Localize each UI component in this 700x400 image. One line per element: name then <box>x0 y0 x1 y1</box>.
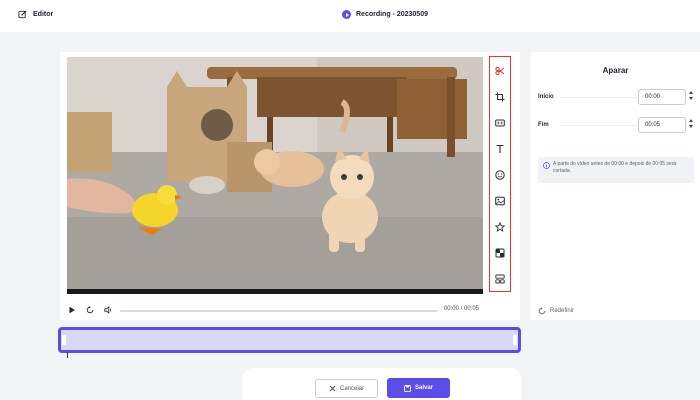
volume-icon <box>104 306 111 314</box>
play-icon <box>69 306 75 314</box>
end-time-input[interactable]: 00:05 <box>638 117 686 133</box>
start-divider <box>561 97 637 98</box>
reset-icon <box>538 307 546 315</box>
crop-icon <box>495 92 505 102</box>
editor-label: Editor <box>33 11 54 18</box>
panel-title: Aparar <box>602 66 629 75</box>
start-label: Início <box>538 94 554 100</box>
filter-icon <box>495 248 505 258</box>
trim-start-handle[interactable] <box>62 335 66 345</box>
start-time-stepper[interactable] <box>687 89 695 105</box>
play-circle-icon <box>342 10 351 19</box>
trim-panel: Aparar Início 00:00 Fim 00:05 A parte do… <box>531 52 700 320</box>
image-tool[interactable] <box>493 194 507 208</box>
emoji-tool[interactable] <box>493 168 507 182</box>
edit-icon <box>18 10 27 19</box>
image-icon <box>495 196 505 206</box>
crop-tool[interactable] <box>493 90 507 104</box>
recording-title-text: Recording - 20230509 <box>356 11 428 18</box>
reset-label: Redefinir <box>550 308 575 314</box>
info-icon <box>543 162 550 169</box>
editing-toolbar <box>489 56 511 292</box>
editor-button[interactable]: Editor <box>18 10 53 19</box>
replay-icon <box>86 306 94 314</box>
seek-bar[interactable] <box>120 310 438 312</box>
play-button[interactable] <box>67 305 77 315</box>
filter-tool[interactable] <box>493 246 507 260</box>
reset-button[interactable]: Redefinir <box>538 307 574 315</box>
layout-icon <box>495 274 505 284</box>
text-icon <box>496 144 504 153</box>
playhead[interactable] <box>67 352 68 358</box>
stepper-down-icon <box>689 125 693 128</box>
end-divider <box>561 125 637 126</box>
emoji-icon <box>495 170 505 180</box>
playback-controls: 00:00 / 00:05 <box>67 304 483 318</box>
time-display: 00:00 / 00:05 <box>443 306 479 312</box>
trim-timeline[interactable] <box>58 327 521 353</box>
scissors-tool[interactable] <box>493 64 507 78</box>
footer-bar: Cancelar Salvar <box>243 368 521 400</box>
cancel-button[interactable]: Cancelar <box>315 379 378 398</box>
video-preview[interactable] <box>67 57 483 294</box>
stepper-up-icon <box>689 91 693 94</box>
star-icon <box>495 222 505 232</box>
recording-title: Recording - 20230509 <box>342 10 428 19</box>
trim-info-text: A parte do vídeo antes de 00:00 e depois… <box>553 161 677 174</box>
stepper-down-icon <box>689 97 693 100</box>
replay-button[interactable] <box>85 305 95 315</box>
start-time-input[interactable]: 00:00 <box>638 89 686 105</box>
top-bar: Editor Recording - 20230509 <box>0 0 700 32</box>
caption-tool[interactable] <box>493 116 507 130</box>
save-button[interactable]: Salvar <box>387 378 450 398</box>
trim-info-box: A parte do vídeo antes de 00:00 e depois… <box>538 157 694 183</box>
save-label: Salvar <box>414 385 433 391</box>
stepper-up-icon <box>689 119 693 122</box>
sticker-tool[interactable] <box>493 220 507 234</box>
close-icon <box>329 385 336 392</box>
save-icon <box>404 384 411 392</box>
layout-tool[interactable] <box>493 272 507 286</box>
trim-end-handle[interactable] <box>513 335 517 345</box>
scissors-icon <box>495 66 505 76</box>
caption-icon <box>495 119 505 127</box>
end-label: Fim <box>538 122 549 128</box>
volume-button[interactable] <box>103 305 113 315</box>
text-tool[interactable] <box>493 142 507 156</box>
end-time-stepper[interactable] <box>687 117 695 133</box>
cancel-label: Cancelar <box>339 385 364 392</box>
